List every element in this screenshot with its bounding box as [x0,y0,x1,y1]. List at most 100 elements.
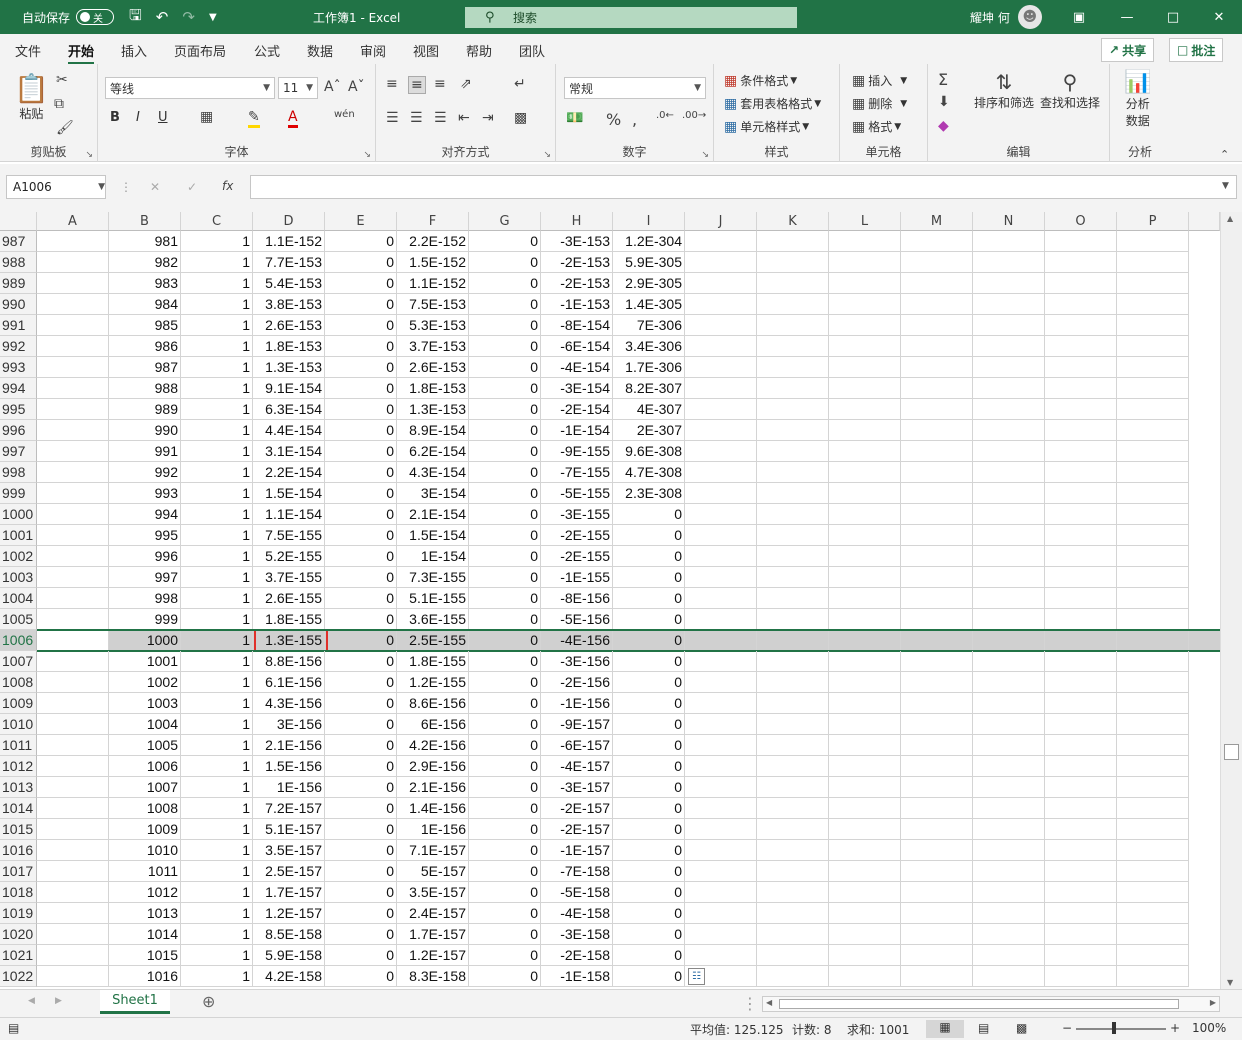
cell[interactable]: -1E-158 [541,966,613,987]
cell[interactable]: 2.9E-156 [397,756,469,777]
cell[interactable]: -6E-154 [541,336,613,357]
increase-font-icon[interactable]: Aˆ [324,79,341,95]
orientation-icon[interactable]: ⇗ [460,76,472,92]
cell[interactable] [1045,903,1117,924]
cell[interactable] [37,399,109,420]
cell[interactable] [1117,336,1189,357]
cell[interactable]: 0 [613,735,685,756]
clear-icon[interactable]: ◆ [938,118,949,134]
cell[interactable]: -2E-154 [541,399,613,420]
cell[interactable] [757,756,829,777]
cell[interactable] [1045,336,1117,357]
cell[interactable]: 7.3E-155 [397,567,469,588]
insert-function-icon[interactable]: fx [222,179,233,193]
cell[interactable] [1045,420,1117,441]
cell[interactable]: -9E-155 [541,441,613,462]
cell[interactable]: 0 [469,399,541,420]
cell[interactable]: 3.5E-157 [253,840,325,861]
cell[interactable] [37,525,109,546]
cell[interactable]: -1E-155 [541,567,613,588]
cell[interactable] [1045,630,1117,651]
cell[interactable] [901,273,973,294]
cell[interactable]: -7E-158 [541,861,613,882]
cell[interactable]: 1 [181,840,253,861]
row-header[interactable]: 997 [0,441,37,462]
cell[interactable]: 0 [325,252,397,273]
column-header[interactable]: B [109,212,181,231]
cell[interactable] [757,567,829,588]
cell[interactable] [973,861,1045,882]
decrease-font-icon[interactable]: Aˇ [348,79,365,95]
avatar[interactable]: ☻ [1017,5,1042,29]
cell[interactable] [1045,777,1117,798]
cell[interactable] [829,861,901,882]
cell[interactable] [757,693,829,714]
cell[interactable]: 0 [613,567,685,588]
cell[interactable] [973,252,1045,273]
cell[interactable] [1117,840,1189,861]
page-layout-view-icon[interactable]: ▤ [978,1021,989,1035]
row-header[interactable]: 1005 [0,609,37,630]
cell[interactable] [829,966,901,987]
cell[interactable] [1045,861,1117,882]
cell[interactable]: 0 [613,903,685,924]
cell[interactable] [829,672,901,693]
phonetic-icon[interactable]: wén [334,109,355,120]
cell[interactable]: -9E-157 [541,714,613,735]
cell[interactable]: 986 [109,336,181,357]
cell[interactable] [901,630,973,651]
cell[interactable] [757,966,829,987]
cell[interactable] [37,840,109,861]
cell[interactable] [829,714,901,735]
redo-icon[interactable]: ↷ [182,8,195,26]
cell[interactable]: 8.5E-158 [253,924,325,945]
cell[interactable]: 995 [109,525,181,546]
delete-cells-button[interactable]: ▦ 删除 ▼ [852,95,907,112]
align-center-icon[interactable]: ☰ [410,110,423,126]
next-sheet-icon[interactable]: ▶ [55,996,62,1006]
formula-input[interactable] [250,175,1237,199]
cell[interactable]: 1 [181,231,253,252]
cell[interactable] [901,735,973,756]
cell[interactable]: 0 [325,462,397,483]
cell[interactable] [685,840,757,861]
cell[interactable]: -5E-158 [541,882,613,903]
cell[interactable] [973,231,1045,252]
cell[interactable]: 1000 [109,630,181,651]
cell[interactable] [1117,378,1189,399]
customize-qat-icon[interactable]: ▼ [209,12,217,23]
cell[interactable]: 1010 [109,840,181,861]
column-header[interactable]: I [613,212,685,231]
cell[interactable]: 1 [181,798,253,819]
autosum-icon[interactable]: Σ [938,70,948,89]
cell[interactable]: 1E-154 [397,546,469,567]
cell[interactable] [829,252,901,273]
ribbon-display-icon[interactable]: ▣ [1056,0,1102,34]
cell[interactable]: 6.1E-156 [253,672,325,693]
cell[interactable]: 0 [613,546,685,567]
cell[interactable]: -2E-153 [541,252,613,273]
column-header[interactable]: K [757,212,829,231]
cell[interactable] [1117,231,1189,252]
row-header[interactable]: 1007 [0,651,37,672]
dialog-launcher-icon[interactable]: ↘ [701,150,709,160]
cell[interactable]: 1 [181,357,253,378]
cell[interactable]: 0 [325,693,397,714]
cell[interactable] [973,567,1045,588]
cell[interactable]: 3.5E-157 [397,882,469,903]
cell[interactable] [1045,840,1117,861]
cell[interactable] [901,378,973,399]
cell[interactable]: 1.3E-153 [253,357,325,378]
cell[interactable] [1117,924,1189,945]
cell[interactable]: -5E-155 [541,483,613,504]
cell[interactable] [37,777,109,798]
font-size-select[interactable]: 11 ▼ [278,77,318,99]
row-header[interactable]: 1010 [0,714,37,735]
cell[interactable] [757,672,829,693]
cell[interactable] [757,525,829,546]
cell[interactable]: 1001 [109,651,181,672]
cell[interactable]: 0 [325,441,397,462]
column-header[interactable]: E [325,212,397,231]
cell[interactable] [973,798,1045,819]
find-select-button[interactable]: ⚲ 查找和选择 [1040,70,1100,111]
